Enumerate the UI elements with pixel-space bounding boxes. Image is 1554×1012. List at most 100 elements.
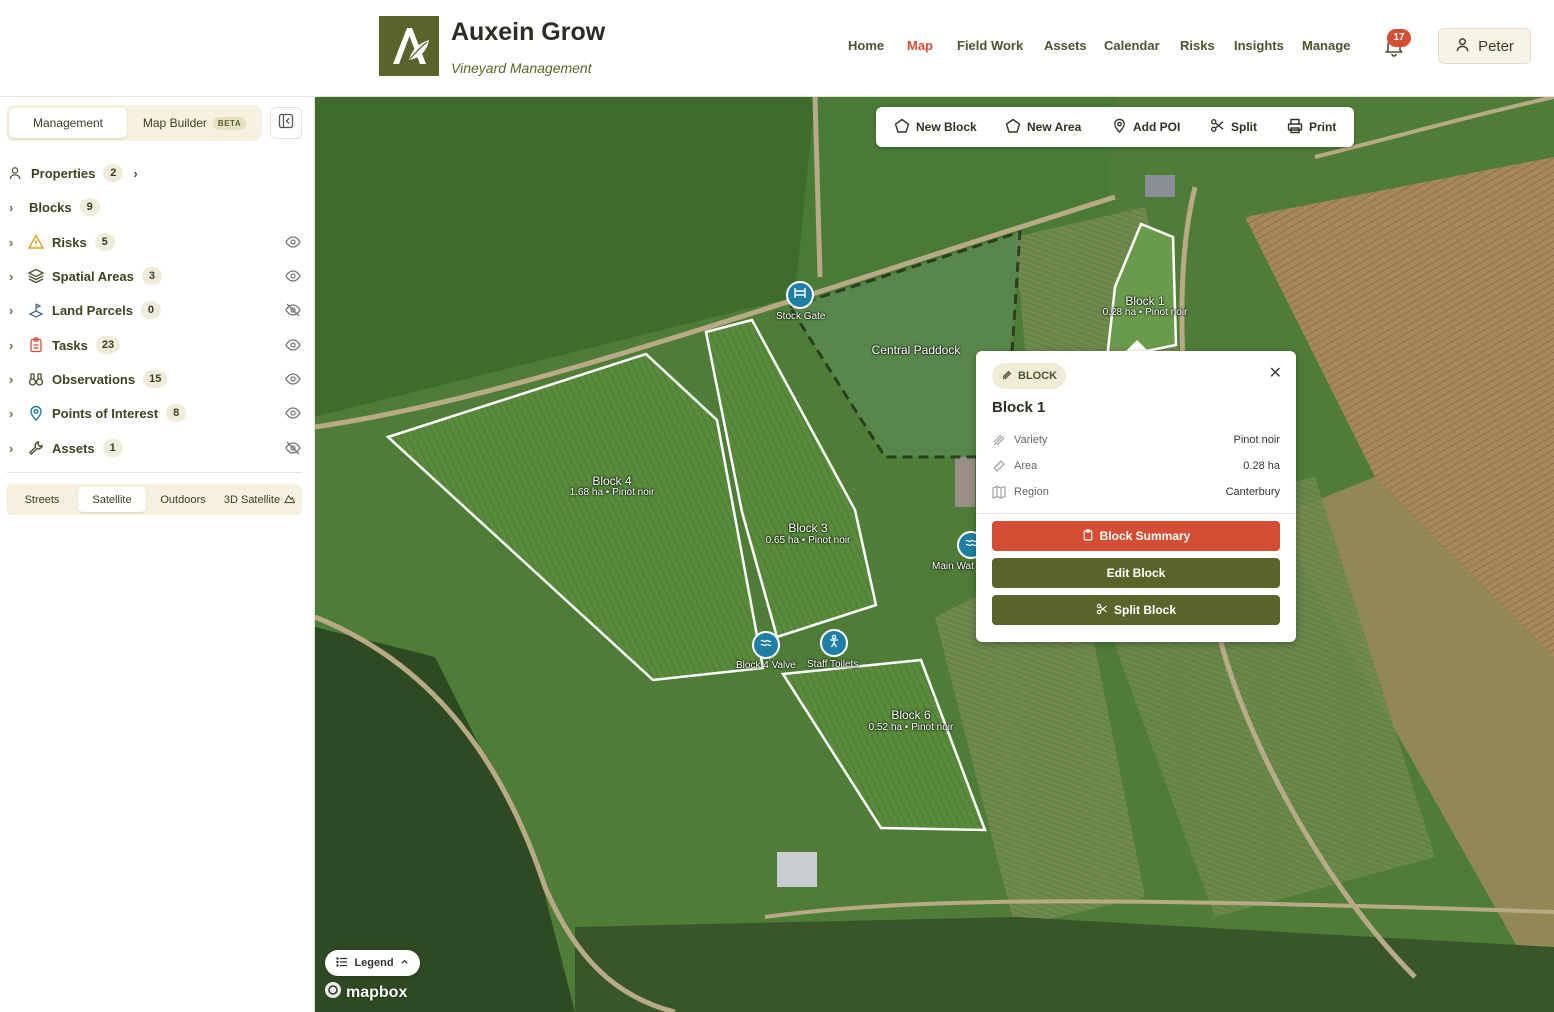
nav-manage[interactable]: Manage bbox=[1302, 38, 1350, 53]
chevron-right-icon: › bbox=[9, 268, 14, 284]
app-logo[interactable] bbox=[379, 16, 439, 76]
style-outdoors[interactable]: Outdoors bbox=[149, 487, 217, 512]
eye-icon[interactable] bbox=[285, 234, 301, 250]
layer-properties[interactable]: Properties 2 › bbox=[0, 161, 315, 185]
eye-icon[interactable] bbox=[285, 371, 301, 387]
new-area-label: New Area bbox=[1027, 120, 1082, 134]
parcel-icon bbox=[27, 301, 45, 319]
nav-home[interactable]: Home bbox=[848, 38, 884, 53]
tab-management[interactable]: Management bbox=[9, 108, 127, 138]
poi-block-4-valve[interactable] bbox=[752, 631, 780, 659]
popup-row-label: Area bbox=[1014, 460, 1038, 472]
popup-type-label: BLOCK bbox=[1018, 370, 1058, 382]
sidebar: Management Map Builder BETA Properties 2… bbox=[0, 97, 315, 1012]
user-icon bbox=[1455, 37, 1470, 56]
eye-icon[interactable] bbox=[285, 405, 301, 421]
eye-icon[interactable] bbox=[285, 268, 301, 284]
central-paddock-label: Central Paddock bbox=[871, 343, 961, 357]
water-icon bbox=[759, 636, 773, 655]
layer-land-parcels[interactable]: › Land Parcels 0 bbox=[0, 298, 315, 322]
nav-insights[interactable]: Insights bbox=[1234, 38, 1284, 53]
add-poi-button[interactable]: Add POI bbox=[1112, 107, 1180, 147]
block-4-label: Block 4 bbox=[592, 474, 632, 488]
layer-label: Blocks bbox=[29, 199, 72, 215]
layer-observations[interactable]: › Observations 15 bbox=[0, 367, 315, 391]
poi-stock-gate-label: Stock Gate bbox=[776, 311, 826, 322]
wrench-icon bbox=[27, 439, 45, 457]
chevron-right-icon: › bbox=[9, 302, 14, 318]
layer-label: Points of Interest bbox=[52, 405, 159, 421]
poi-staff-toilets[interactable] bbox=[820, 629, 848, 657]
nav-field-work[interactable]: Field Work bbox=[957, 38, 1023, 53]
nav-assets[interactable]: Assets bbox=[1044, 38, 1087, 53]
layer-assets[interactable]: › Assets 1 bbox=[0, 436, 315, 460]
chevron-right-icon: › bbox=[133, 165, 138, 181]
block-3-label: Block 3 bbox=[788, 521, 828, 535]
layer-label: Land Parcels bbox=[52, 302, 133, 318]
layer-count: 8 bbox=[166, 404, 187, 422]
split-label: Split bbox=[1231, 120, 1257, 134]
close-icon[interactable]: ✕ bbox=[1269, 363, 1282, 383]
print-button[interactable]: Print bbox=[1287, 107, 1336, 147]
sidebar-divider bbox=[7, 472, 302, 473]
block-popup: BLOCK ✕ Block 1 Variety Pinot noir Area … bbox=[976, 351, 1296, 642]
poi-main-water-label: Main Wat bbox=[932, 561, 974, 572]
poi-stock-gate[interactable] bbox=[786, 281, 814, 309]
collapse-sidebar-button[interactable] bbox=[270, 107, 302, 139]
popup-divider bbox=[976, 513, 1296, 514]
layer-spatial-areas[interactable]: › Spatial Areas 3 bbox=[0, 264, 315, 288]
tab-map-builder[interactable]: Map Builder BETA bbox=[130, 108, 259, 138]
map-style-switcher: Streets Satellite Outdoors 3D Satellite bbox=[6, 484, 302, 515]
new-block-button[interactable]: New Block bbox=[894, 107, 977, 147]
mapbox-wordmark: mapbox bbox=[346, 983, 408, 1001]
tab-management-label: Management bbox=[32, 116, 104, 130]
map-canvas[interactable]: Block 4 1.68 ha • Pinot noir Block 3 0.6… bbox=[315, 97, 1554, 1012]
ruler-icon bbox=[992, 459, 1006, 473]
nav-risks[interactable]: Risks bbox=[1180, 38, 1215, 53]
pentagon-icon bbox=[1005, 118, 1021, 137]
chevron-right-icon: › bbox=[9, 234, 14, 250]
sidebar-tabs: Management Map Builder BETA bbox=[6, 105, 262, 141]
chevron-right-icon: › bbox=[9, 371, 14, 387]
beta-badge: BETA bbox=[212, 116, 247, 130]
layer-points-of-interest[interactable]: › Points of Interest 8 bbox=[0, 401, 315, 425]
gate-icon bbox=[793, 286, 807, 305]
style-3d-satellite[interactable]: 3D Satellite bbox=[220, 487, 299, 512]
eye-off-icon[interactable] bbox=[285, 302, 301, 318]
block-4-info: 1.68 ha • Pinot noir bbox=[569, 487, 655, 498]
mapbox-attribution[interactable]: mapbox bbox=[324, 981, 407, 1004]
edit-block-button[interactable]: Edit Block bbox=[992, 558, 1280, 588]
satellite-imagery bbox=[315, 97, 1554, 1012]
list-icon bbox=[336, 956, 348, 971]
print-label: Print bbox=[1309, 120, 1337, 134]
mountain-icon bbox=[284, 493, 296, 507]
new-area-button[interactable]: New Area bbox=[1005, 107, 1081, 147]
layer-tasks[interactable]: › Tasks 23 bbox=[0, 333, 315, 357]
eye-icon[interactable] bbox=[285, 337, 301, 353]
legend-button[interactable]: Legend bbox=[325, 950, 420, 976]
clipboard-icon bbox=[1082, 528, 1094, 544]
layer-count: 3 bbox=[141, 267, 162, 285]
popup-row-area: Area 0.28 ha bbox=[992, 457, 1280, 475]
block-1-label: Block 1 bbox=[1125, 294, 1165, 308]
style-streets[interactable]: Streets bbox=[9, 487, 75, 512]
scissors-icon bbox=[1210, 118, 1225, 136]
app-subtitle: Vineyard Management bbox=[451, 60, 592, 76]
layer-risks[interactable]: › Risks 5 bbox=[0, 230, 315, 254]
block-summary-button[interactable]: Block Summary bbox=[992, 521, 1280, 551]
layer-blocks[interactable]: › Blocks 9 bbox=[0, 195, 315, 219]
nav-map[interactable]: Map bbox=[907, 38, 933, 53]
popup-row-label: Region bbox=[1014, 486, 1049, 498]
block-6-info: 0.52 ha • Pinot noir bbox=[868, 722, 954, 733]
style-satellite[interactable]: Satellite bbox=[78, 487, 146, 512]
popup-title: Block 1 bbox=[992, 399, 1046, 416]
nav-calendar[interactable]: Calendar bbox=[1104, 38, 1160, 53]
split-button[interactable]: Split bbox=[1210, 107, 1257, 147]
split-block-button[interactable]: Split Block bbox=[992, 595, 1280, 625]
user-menu-button[interactable]: Peter bbox=[1438, 28, 1531, 64]
eye-off-icon[interactable] bbox=[285, 440, 301, 456]
app-title: Auxein Grow bbox=[451, 18, 606, 46]
printer-icon bbox=[1287, 118, 1303, 137]
layer-label: Spatial Areas bbox=[52, 268, 134, 284]
tab-map-builder-label: Map Builder bbox=[142, 116, 207, 130]
